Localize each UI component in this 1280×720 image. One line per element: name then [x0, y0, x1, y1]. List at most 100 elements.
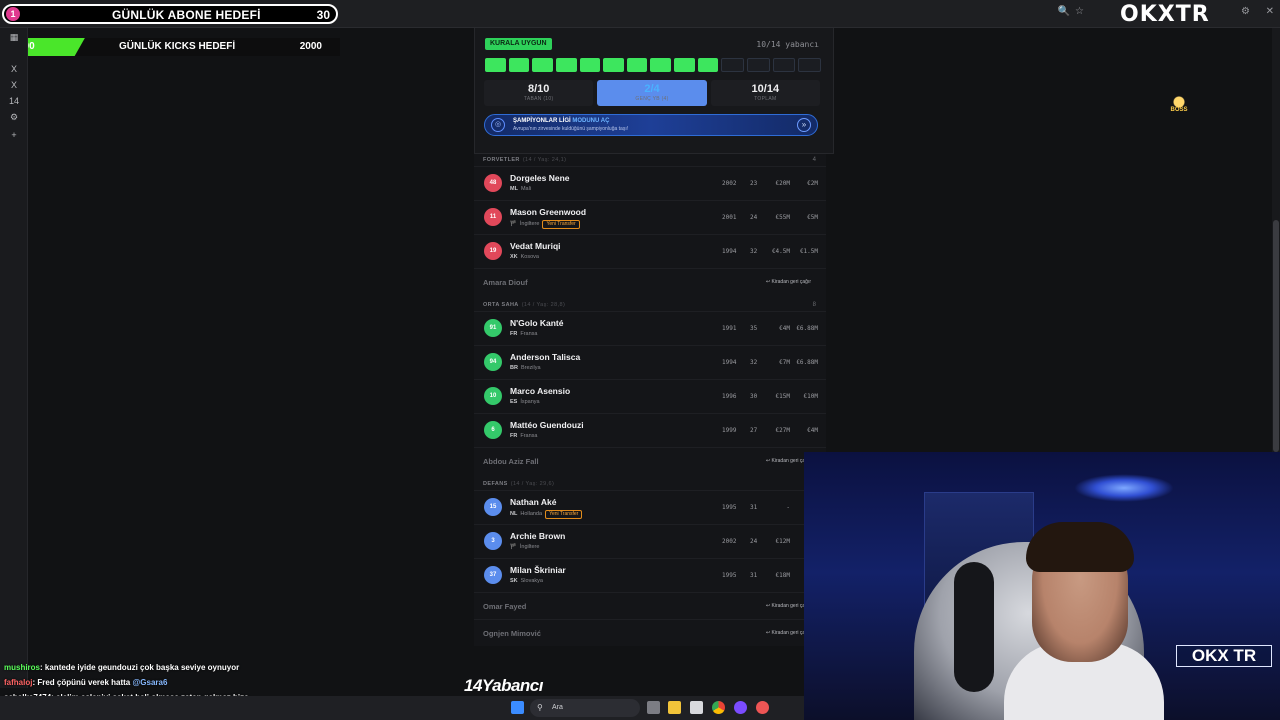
section-count: 4 [812, 157, 816, 163]
flag-code: XK [510, 254, 518, 260]
chat-message: mushiros: kantede iyide geundouzi çok ba… [4, 663, 239, 672]
quota-slot [674, 58, 695, 72]
player-value: €55M [775, 214, 790, 221]
jersey-number: 10 [484, 387, 502, 405]
player-name: Dorgeles Nene [510, 173, 570, 183]
player-fee: €6.88M [796, 359, 818, 366]
sidebar-grid-icon[interactable]: ▦ [6, 30, 22, 44]
player-name: Anderson Talisca [510, 352, 581, 362]
loaned-player-name: Ognjen Mimović [483, 629, 541, 638]
champions-league-mode-button[interactable]: ◎ ŞAMPİYONLAR LİGİ MODUNU AÇ Avrupa'nın … [484, 114, 818, 136]
loaned-player-row: Omar Fayed ↩ Kiradan geri çağır [474, 592, 826, 619]
player-nationality: FR Fransa [510, 433, 537, 439]
section-header-forwards: FORVETLER (14 / Yaş: 24,1) [483, 157, 566, 163]
player-age: 35 [750, 325, 758, 332]
quota-slot [772, 58, 796, 72]
nationality-label: Brezilya [520, 365, 541, 371]
sidebar-add-icon[interactable]: + [6, 128, 22, 142]
player-row[interactable]: 3 Archie Brown 🏴 İngiltere 2002 24 €12M [474, 524, 826, 558]
recall-loan-button[interactable]: ↩ Kiradan geri çağır [763, 277, 814, 287]
player-row[interactable]: 6 Mattéo Guendouzi FR Fransa 1999 27 €27M €4M [474, 413, 826, 447]
task-view-icon[interactable] [647, 701, 660, 714]
stat-base-value: 8/10 [527, 83, 550, 95]
taskbar-search[interactable]: ⚲ Ara [530, 699, 640, 717]
player-year: 2002 [722, 180, 737, 187]
player-year: 2002 [722, 538, 737, 545]
foreign-quota-panel: KURALA UYGUN 10/14 yabancı 8/10 TABAN (1… [474, 28, 834, 154]
section-subtitle: (14 / Yaş: 24,1) [522, 157, 567, 163]
player-row[interactable]: 48 Dorgeles Nene ML Mali 2002 23 €20M €2M [474, 166, 826, 200]
player-row[interactable]: 10 Marco Asensio ES İspanya 1996 30 €15M €10M [474, 379, 826, 413]
extension-icon[interactable]: ⚙ [1241, 6, 1250, 17]
jersey-number: 94 [484, 353, 502, 371]
search-icon: ⚲ [537, 703, 543, 712]
sidebar-item-x[interactable]: X [6, 62, 22, 76]
stat-total-label: TOPLAM [754, 96, 777, 102]
player-age: 31 [750, 572, 758, 579]
player-row[interactable]: 37Milan ŠkriniarSKSlovakya199531€18M€ [474, 558, 826, 592]
quota-slot [508, 58, 530, 72]
player-name: Nathan Aké [510, 497, 557, 507]
obs-icon[interactable] [756, 701, 769, 714]
channel-logo: OKXTR [1120, 2, 1210, 27]
player-row[interactable]: 19 Vedat Muriqi XK Kosova 1994 32 €4.5M €1.5M [474, 234, 826, 268]
sidebar-item-14[interactable]: 14 [6, 94, 22, 108]
player-nationality: BR Brezilya [510, 365, 541, 371]
player-row[interactable]: 11 Mason Greenwood 🏴 İngiltere Yeni Transfer… [474, 200, 826, 234]
player-year: 1995 [722, 504, 737, 511]
cam-logo: OKX TR [1176, 645, 1272, 667]
player-age: 30 [750, 393, 758, 400]
player-row[interactable]: 94 Anderson Talisca BR Brezilya 1994 32 €7M €6.… [474, 345, 826, 379]
quota-slot [579, 58, 601, 72]
boss-badge: BOSS [1166, 96, 1192, 116]
chrome-icon[interactable] [712, 701, 725, 714]
stat-total-value: 10/14 [751, 83, 780, 95]
flag-code: SK [510, 578, 518, 584]
nationality-label: Fransa [520, 433, 538, 439]
flag-code: ES [510, 399, 518, 405]
zoom-icon[interactable]: 🔍 [1058, 6, 1070, 17]
player-age: 24 [750, 538, 758, 545]
quota-slot [626, 58, 648, 72]
player-nationality: NL Hollanda Yeni Transfer [510, 510, 583, 519]
jersey-number: 3 [484, 532, 502, 550]
player-row[interactable]: 15 Nathan Aké NL Hollanda Yeni Transfer 1995 3… [474, 490, 826, 524]
quota-slot [697, 58, 719, 72]
player-name: Mattéo Guendouzi [510, 420, 584, 430]
player-name: N'Golo Kanté [510, 318, 564, 328]
page-heading: 14Yabancı [464, 676, 543, 695]
section-header-midfield: ORTA SAHA (14 / Yaş: 28,8) [483, 302, 565, 308]
cl-banner-title: ŞAMPİYONLAR LİGİ MODUNU AÇ [513, 118, 610, 124]
quota-slot [650, 58, 672, 72]
jersey-number: 15 [484, 498, 502, 516]
player-fee: €2M [807, 180, 818, 187]
player-name: Milan Škriniar [510, 565, 566, 575]
sidebar-settings-icon[interactable]: ⚙ [6, 110, 22, 124]
chat-username: fafhaloj [4, 678, 33, 687]
stat-young: 2/4 GENÇ YB (4) [597, 80, 707, 106]
nationality-label: Mali [520, 186, 532, 192]
file-explorer-icon[interactable] [668, 701, 681, 714]
sub-goal-badge: 1 [6, 7, 20, 21]
player-value: €27M [775, 427, 790, 434]
sidebar-item-x-2[interactable]: X [6, 78, 22, 92]
player-value: €12M [775, 538, 790, 545]
section-header-defense: DEFANS (14 / Yaş: 29,6) [483, 481, 554, 487]
nationality-label: İngiltere [519, 221, 540, 227]
start-icon[interactable] [511, 701, 524, 714]
browser-sidebar: ▦ X X 14 ⚙ + [0, 28, 28, 688]
close-icon[interactable]: ✕ [1266, 6, 1274, 17]
flag-code: FR [510, 433, 518, 439]
flag-code: 🏴 [510, 221, 517, 227]
player-year: 1996 [722, 393, 737, 400]
scrollbar-thumb[interactable] [1273, 220, 1279, 452]
bookmark-star-icon[interactable]: ☆ [1075, 6, 1084, 17]
page-scrollbar[interactable] [1272, 28, 1280, 454]
stat-young-label: GENÇ YB (4) [635, 96, 669, 102]
player-nationality: ES İspanya [510, 399, 540, 405]
store-icon[interactable] [690, 701, 703, 714]
player-row[interactable]: 91 N'Golo Kanté FR Fransa 1991 35 €4M €6.88M [474, 311, 826, 345]
sub-goal-value: 30 [316, 8, 330, 22]
quota-slots [485, 58, 821, 72]
discord-icon[interactable] [734, 701, 747, 714]
